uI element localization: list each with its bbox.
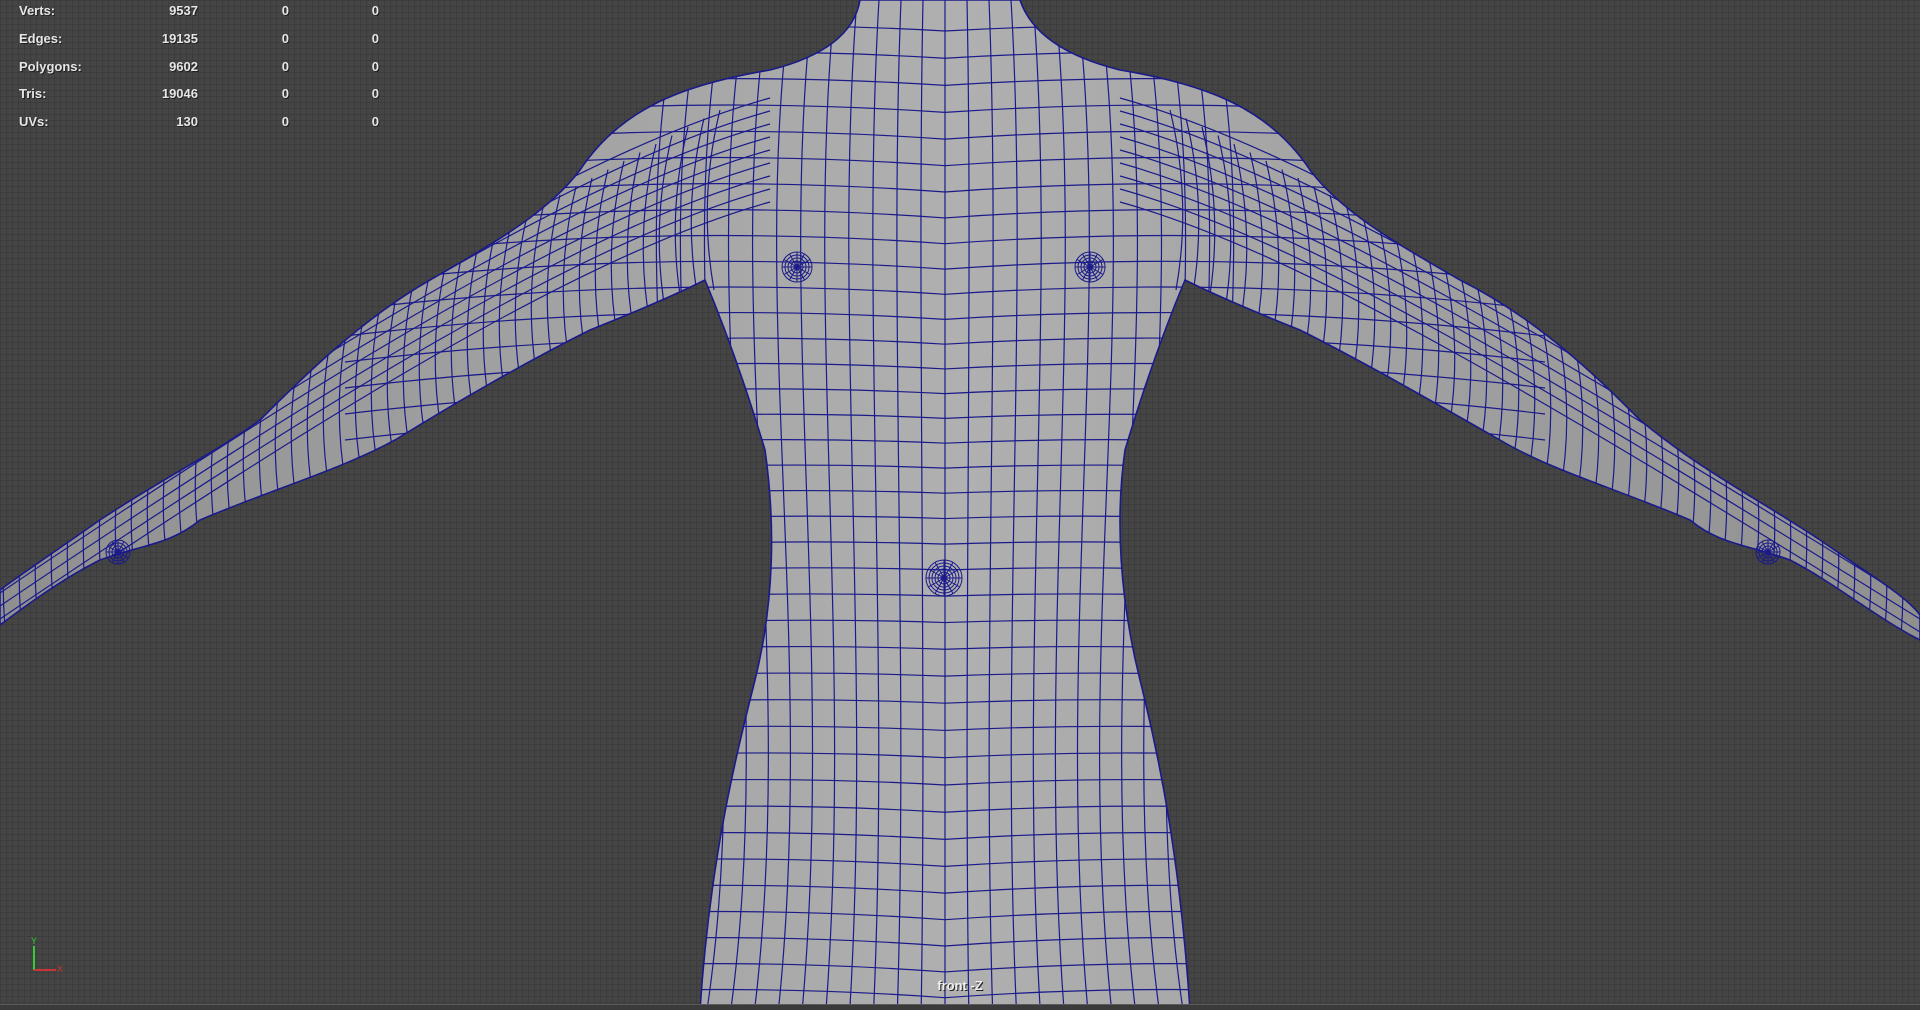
hud-selected-value: 0 (281, 58, 289, 74)
poly-count-hud: Verts: 9537 0 0 Edges: 19135 0 0 Polygons: 9602 0 0… (19, 0, 379, 139)
perspective-viewport[interactable]: Verts: 9537 0 0 Edges: 19135 0 0 Polygons: 9602 0 0… (0, 0, 1920, 1010)
hud-row-verts: Verts: 9537 0 0 (19, 0, 379, 28)
hud-row-tris: Tris: 19046 0 0 (19, 83, 379, 111)
mesh-surface (0, 0, 1920, 1010)
hud-selected-value: 0 (281, 30, 289, 46)
hud-total-value: 9537 (169, 3, 198, 18)
hud-row-edges: Edges: 19135 0 0 (19, 28, 379, 56)
hud-total-value: 9602 (169, 58, 198, 74)
body-mesh-wireframe[interactable] (0, 0, 1920, 1010)
hud-highlighted-value: 0 (371, 30, 379, 46)
hud-highlighted-value: 0 (371, 58, 379, 74)
hud-row-polygons: Polygons: 9602 0 0 (19, 56, 379, 84)
axis-gizmo-icon: Y X (31, 936, 63, 974)
hud-total-value: 19046 (161, 86, 198, 102)
hud-selected-value: 0 (281, 114, 289, 130)
axis-y-label: Y (31, 936, 37, 946)
hud-highlighted-value: 0 (371, 3, 379, 18)
hud-selected-value: 0 (281, 86, 289, 102)
hud-highlighted-value: 0 (371, 86, 379, 102)
hud-total-value: 19135 (161, 30, 198, 46)
axis-x-label: X (57, 964, 63, 974)
hud-row-uvs: UVs: 130 0 0 (19, 111, 379, 139)
hud-highlighted-value: 0 (371, 114, 379, 130)
hud-selected-value: 0 (281, 3, 289, 18)
viewport-bottom-border (0, 1004, 1920, 1010)
camera-name-label: front -Z (937, 978, 983, 993)
hud-total-value: 130 (176, 114, 198, 130)
